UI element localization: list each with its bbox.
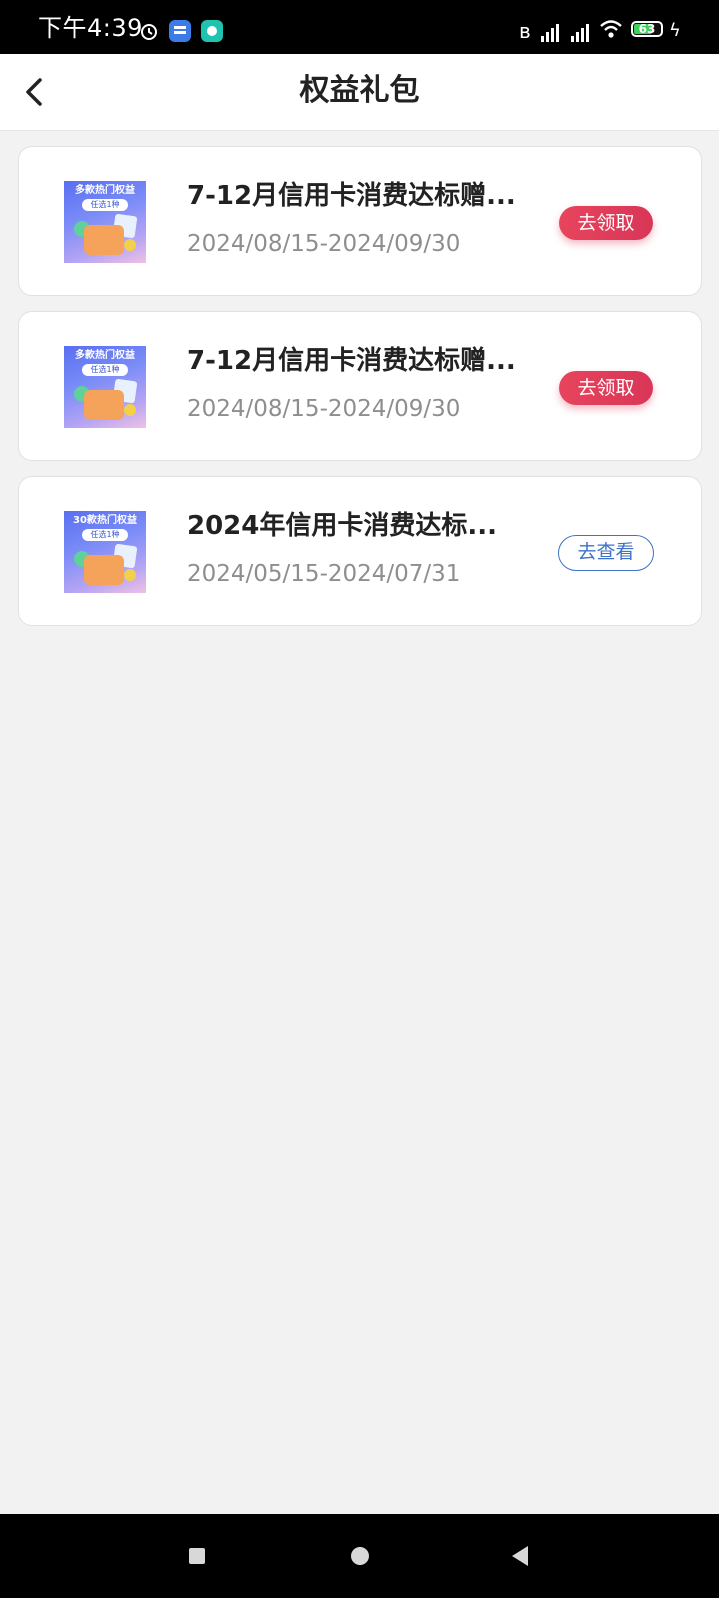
battery-icon: 63 bbox=[631, 21, 663, 37]
chat-notification-icon bbox=[201, 20, 223, 42]
thumbnail-tag: 多款热门权益 bbox=[75, 350, 135, 361]
top-header: 权益礼包 bbox=[0, 54, 719, 131]
thumbnail-gift-icon bbox=[84, 555, 124, 585]
benefit-thumbnail: 多款热门权益 任选1种 bbox=[64, 181, 146, 263]
wifi-icon bbox=[600, 20, 622, 38]
home-icon[interactable] bbox=[351, 1547, 369, 1565]
benefit-title: 7-12月信用卡消费达标赠... bbox=[187, 181, 516, 211]
thumbnail-tag: 30款热门权益 bbox=[73, 515, 137, 526]
alarm-icon bbox=[141, 24, 157, 40]
thumbnail-gift-icon bbox=[84, 390, 124, 420]
thumbnail-subtag: 任选1种 bbox=[82, 199, 128, 211]
status-time: 下午4:39 bbox=[38, 14, 143, 42]
battery-level: 63 bbox=[638, 22, 656, 36]
claim-button[interactable]: 去领取 bbox=[559, 371, 653, 405]
thumbnail-subtag: 任选1种 bbox=[82, 364, 128, 376]
benefit-title: 2024年信用卡消费达标... bbox=[187, 511, 497, 541]
benefit-card[interactable]: 多款热门权益 任选1种 7-12月信用卡消费达标赠... 2024/08/15-… bbox=[18, 146, 702, 296]
system-icons: ʙ 63 ϟ bbox=[519, 18, 689, 44]
thumbnail-coin-icon bbox=[124, 239, 136, 251]
benefit-card[interactable]: 30款热门权益 任选1种 2024年信用卡消费达标... 2024/05/15-… bbox=[18, 476, 702, 626]
status-bar: 下午4:39 ʙ 63 ϟ bbox=[0, 0, 719, 54]
benefit-thumbnail: 多款热门权益 任选1种 bbox=[64, 346, 146, 428]
claim-button[interactable]: 去领取 bbox=[559, 206, 653, 240]
thumbnail-tag: 多款热门权益 bbox=[75, 185, 135, 196]
charging-icon: ϟ bbox=[669, 20, 681, 41]
benefit-date-range: 2024/05/15-2024/07/31 bbox=[187, 561, 461, 587]
view-button[interactable]: 去查看 bbox=[558, 535, 654, 571]
thumbnail-coin-icon bbox=[124, 569, 136, 581]
bluetooth-icon: ʙ bbox=[519, 19, 531, 43]
signal-icon-1 bbox=[537, 20, 561, 42]
thumbnail-subtag: 任选1种 bbox=[82, 529, 128, 541]
benefit-date-range: 2024/08/15-2024/09/30 bbox=[187, 231, 461, 257]
page-title: 权益礼包 bbox=[299, 73, 420, 108]
system-navigation-bar bbox=[0, 1514, 719, 1598]
thumbnail-coin-icon bbox=[124, 404, 136, 416]
recent-apps-icon[interactable] bbox=[189, 1548, 205, 1564]
signal-icon-2 bbox=[567, 20, 591, 42]
benefit-title: 7-12月信用卡消费达标赠... bbox=[187, 346, 516, 376]
app-notification-icon bbox=[169, 20, 191, 42]
benefit-card[interactable]: 多款热门权益 任选1种 7-12月信用卡消费达标赠... 2024/08/15-… bbox=[18, 311, 702, 461]
benefit-date-range: 2024/08/15-2024/09/30 bbox=[187, 396, 461, 422]
nav-back-icon[interactable] bbox=[512, 1546, 528, 1566]
benefit-list: 多款热门权益 任选1种 7-12月信用卡消费达标赠... 2024/08/15-… bbox=[18, 146, 702, 644]
thumbnail-gift-icon bbox=[84, 225, 124, 255]
benefit-thumbnail: 30款热门权益 任选1种 bbox=[64, 511, 146, 593]
